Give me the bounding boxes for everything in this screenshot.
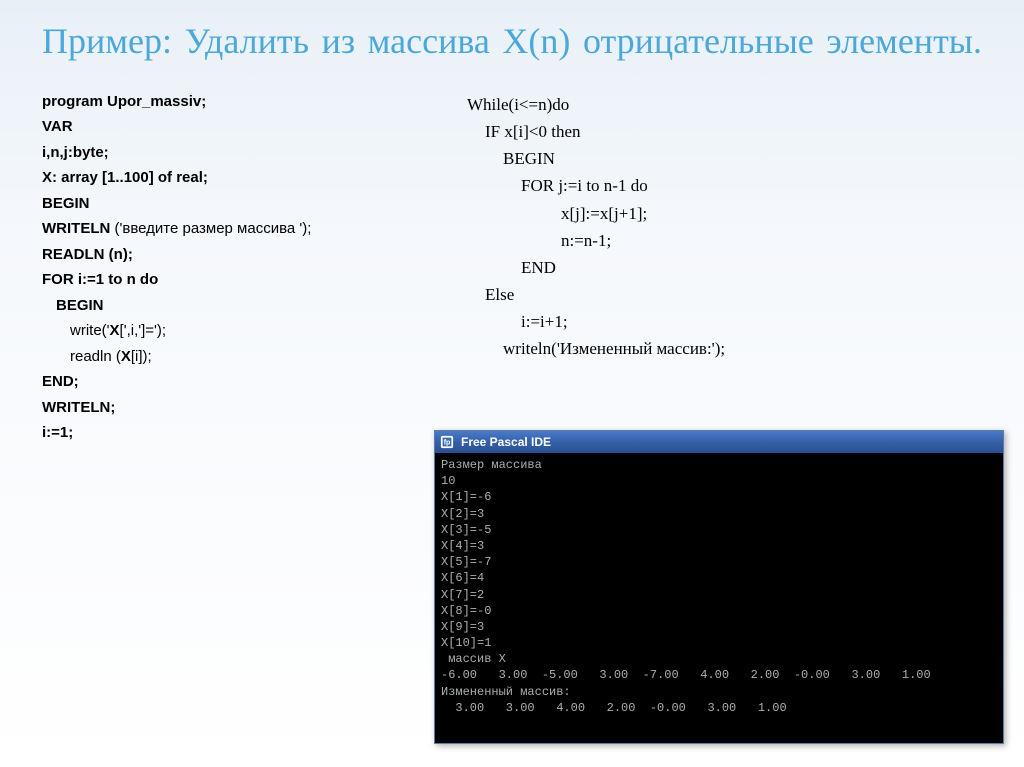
code-line: i:=i+1;: [467, 308, 982, 335]
console-line: Измененный массив:: [441, 684, 997, 700]
code-line: i:=1;: [42, 420, 427, 446]
app-icon: fp: [439, 434, 455, 450]
code-line: BEGIN: [467, 145, 982, 172]
console-line: X[7]=2: [441, 587, 997, 603]
code-line: While(i<=n)do: [467, 91, 982, 118]
console-line: 3.00 3.00 4.00 2.00 -0.00 3.00 1.00: [441, 700, 997, 716]
console-window: fp Free Pascal IDE Размер массива 10 X[1…: [434, 430, 1004, 744]
code-line: writeln('Измененный массив:');: [467, 335, 982, 362]
slide-title: Пример: Удалить из массива X(n) отрицате…: [42, 18, 982, 65]
code-left-column: program Upor_massiv; VAR i,n,j:byte; X: …: [42, 89, 427, 446]
code-line: n:=n-1;: [467, 227, 982, 254]
console-line: Размер массива: [441, 457, 997, 473]
console-line: массив X: [441, 651, 997, 667]
code-line: READLN (n);: [42, 242, 427, 268]
console-line: X[6]=4: [441, 570, 997, 586]
code-line: readln (X[i]);: [42, 344, 427, 370]
code-line: BEGIN: [42, 293, 427, 319]
window-title: Free Pascal IDE: [461, 435, 551, 449]
svg-text:fp: fp: [444, 440, 451, 447]
code-line: i,n,j:byte;: [42, 140, 427, 166]
code-line: END: [467, 254, 982, 281]
code-line: WRITELN ('введите размер массива ');: [42, 216, 427, 242]
code-right-column: While(i<=n)do IF x[i]<0 then BEGIN FOR j…: [467, 89, 982, 446]
code-line: FOR j:=i to n-1 do: [467, 172, 982, 199]
console-line: X[2]=3: [441, 506, 997, 522]
code-line: write('X[',i,']=');: [42, 318, 427, 344]
console-line: X[10]=1: [441, 635, 997, 651]
code-line: program Upor_massiv;: [42, 89, 427, 115]
code-line: Else: [467, 281, 982, 308]
content-area: program Upor_massiv; VAR i,n,j:byte; X: …: [42, 89, 982, 446]
code-line: FOR i:=1 to n do: [42, 267, 427, 293]
console-line: X[9]=3: [441, 619, 997, 635]
code-line: BEGIN: [42, 191, 427, 217]
console-line: X[8]=-0: [441, 603, 997, 619]
window-titlebar[interactable]: fp Free Pascal IDE: [435, 431, 1003, 453]
console-line: 10: [441, 473, 997, 489]
console-line: X[3]=-5: [441, 522, 997, 538]
code-line: X: array [1..100] of real;: [42, 165, 427, 191]
console-line: X[1]=-6: [441, 489, 997, 505]
code-line: VAR: [42, 114, 427, 140]
code-line: WRITELN;: [42, 395, 427, 421]
console-line: X[4]=3: [441, 538, 997, 554]
console-output: Размер массива 10 X[1]=-6 X[2]=3 X[3]=-5…: [435, 453, 1003, 743]
console-line: -6.00 3.00 -5.00 3.00 -7.00 4.00 2.00 -0…: [441, 667, 997, 683]
console-line: X[5]=-7: [441, 554, 997, 570]
code-line: END;: [42, 369, 427, 395]
code-line: IF x[i]<0 then: [467, 118, 982, 145]
code-line: x[j]:=x[j+1];: [467, 200, 982, 227]
